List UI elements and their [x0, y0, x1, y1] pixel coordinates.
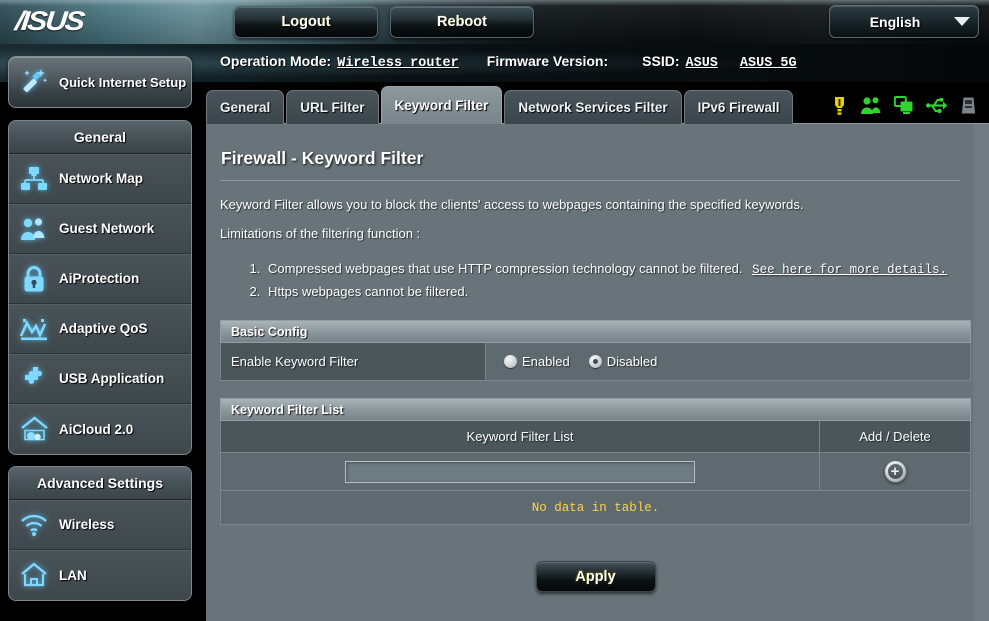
sidebar-item-guest-network[interactable]: Guest Network — [9, 204, 191, 254]
sidebar-item-label: AiCloud 2.0 — [59, 421, 134, 437]
tab-keyword-filter[interactable]: Keyword Filter — [380, 86, 503, 124]
page-description: Keyword Filter allows you to block the c… — [220, 197, 804, 212]
radio-enabled-label[interactable]: Enabled — [522, 354, 570, 369]
keyword-filter-list-header: Keyword Filter List — [220, 398, 971, 421]
quick-internet-setup-label: Quick Internet Setup — [59, 74, 187, 90]
sidebar-item-label: Adaptive QoS — [59, 321, 148, 336]
reboot-button[interactable]: Reboot — [390, 6, 534, 38]
router-admin-page: /ISUS Logout Reboot English Operation Mo… — [0, 0, 989, 621]
table-row: + — [220, 453, 971, 491]
network-map-icon — [9, 166, 59, 192]
sidebar-item-adaptive-qos[interactable]: Adaptive QoS — [9, 304, 191, 354]
lock-icon — [9, 265, 59, 293]
quick-internet-setup-button[interactable]: Quick Internet Setup — [8, 56, 192, 108]
qos-chart-icon — [9, 316, 59, 342]
column-header-action: Add / Delete — [859, 429, 931, 444]
ssid-label: SSID: — [642, 53, 680, 69]
sidebar-item-aicloud[interactable]: AiCloud 2.0 — [9, 404, 191, 454]
basic-config-header: Basic Config — [220, 320, 971, 343]
tab-network-services-filter[interactable]: Network Services Filter — [504, 90, 682, 124]
sidebar-item-wireless[interactable]: Wireless — [9, 500, 191, 550]
empty-table-message: No data in table. — [220, 491, 971, 525]
operation-mode-value[interactable]: Wireless router — [337, 56, 459, 71]
sidebar-item-aiprotection[interactable]: AiProtection — [9, 254, 191, 304]
sidebar-group-advanced: Advanced Settings Wireless LAN — [8, 466, 192, 601]
page-title: Firewall - Keyword Filter — [221, 148, 424, 168]
asus-logo: /ISUS — [6, 6, 156, 36]
limitation-item: Https webpages cannot be filtered. — [264, 281, 972, 303]
radio-enabled[interactable] — [504, 355, 517, 368]
firmware-version-label: Firmware Version: — [486, 53, 609, 69]
status-icon-tray — [831, 92, 977, 118]
keyword-input-cell — [221, 453, 820, 490]
basic-config-panel: Basic Config Enable Keyword Filter Enabl… — [220, 320, 971, 381]
column-header-keyword: Keyword Filter List — [221, 421, 820, 452]
tab-url-filter[interactable]: URL Filter — [286, 90, 379, 124]
limitations-list: Compressed webpages that use HTTP compre… — [242, 258, 972, 303]
sidebar-item-lan[interactable]: LAN — [9, 550, 191, 600]
limitation-text: Compressed webpages that use HTTP compre… — [268, 261, 743, 276]
plus-circle-icon[interactable]: + — [883, 460, 907, 483]
sidebar-item-label: Guest Network — [59, 221, 155, 236]
apply-button-wrap: Apply — [220, 561, 971, 592]
add-action-cell: + — [820, 453, 970, 490]
enable-keyword-filter-row: Enable Keyword Filter Enabled Disabled — [220, 343, 971, 381]
sidebar-item-label: USB Application — [59, 371, 165, 386]
guest-network-icon — [9, 216, 59, 242]
limitation-item: Compressed webpages that use HTTP compre… — [264, 258, 972, 281]
asus-logo-text: /ISUS — [13, 5, 85, 36]
alert-icon[interactable] — [831, 96, 848, 115]
clients-icon[interactable] — [894, 95, 914, 115]
system-info-line: Operation Mode: Wireless router Firmware… — [220, 53, 797, 71]
more-details-link[interactable]: See here for more details. — [752, 263, 947, 277]
keyword-input[interactable] — [345, 460, 695, 483]
ssid-5g-value[interactable]: ASUS_5G — [740, 56, 797, 71]
sidebar-group-general: General Network Map Guest Network AiProt… — [8, 120, 192, 455]
printer-icon[interactable] — [960, 96, 977, 115]
sidebar-item-label: Network Map — [59, 171, 144, 186]
sidebar-group-advanced-title: Advanced Settings — [9, 467, 191, 500]
cloud-home-icon — [9, 416, 59, 442]
usb-icon[interactable] — [926, 97, 948, 114]
limitations-label: Limitations of the filtering function : — [220, 226, 421, 241]
sidebar-item-network-map[interactable]: Network Map — [9, 154, 191, 204]
apply-button[interactable]: Apply — [535, 561, 656, 592]
logout-button[interactable]: Logout — [234, 6, 378, 38]
table-header-row: Keyword Filter List Add / Delete — [220, 421, 971, 453]
radio-disabled-label[interactable]: Disabled — [607, 354, 658, 369]
ssid-24g-value[interactable]: ASUS — [686, 56, 718, 71]
tab-ipv6-firewall[interactable]: IPv6 Firewall — [683, 90, 794, 124]
users-icon[interactable] — [860, 96, 882, 115]
language-selector[interactable]: English — [829, 5, 979, 38]
firewall-tab-strip: General URL Filter Keyword Filter Networ… — [206, 86, 794, 124]
content-panel: Firewall - Keyword Filter Keyword Filter… — [206, 123, 989, 621]
wifi-icon — [9, 513, 59, 537]
enable-keyword-filter-label: Enable Keyword Filter — [221, 343, 486, 380]
sidebar-item-label: LAN — [59, 567, 87, 583]
sidebar-item-usb-application[interactable]: USB Application — [9, 354, 191, 404]
sidebar-item-label: Wireless — [59, 517, 115, 532]
keyword-filter-list-panel: Keyword Filter List Keyword Filter List … — [220, 398, 971, 525]
limitation-text: Https webpages cannot be filtered. — [268, 284, 469, 299]
operation-mode-label: Operation Mode: — [220, 53, 332, 69]
sidebar: Quick Internet Setup General Network Map — [0, 44, 202, 621]
radio-disabled[interactable] — [588, 355, 602, 368]
chevron-down-icon — [946, 17, 978, 26]
sidebar-group-general-title: General — [9, 121, 191, 154]
tab-general[interactable]: General — [206, 90, 285, 124]
language-label: English — [869, 13, 921, 30]
content-right-strip — [973, 124, 989, 621]
title-divider — [220, 180, 960, 181]
sidebar-item-label: AiProtection — [59, 271, 140, 286]
house-icon — [9, 562, 59, 588]
enable-keyword-filter-options: Enabled Disabled — [486, 343, 970, 380]
top-header-bar: /ISUS Logout Reboot English — [0, 0, 989, 44]
puzzle-icon — [9, 365, 59, 392]
magic-wand-icon — [9, 67, 59, 97]
